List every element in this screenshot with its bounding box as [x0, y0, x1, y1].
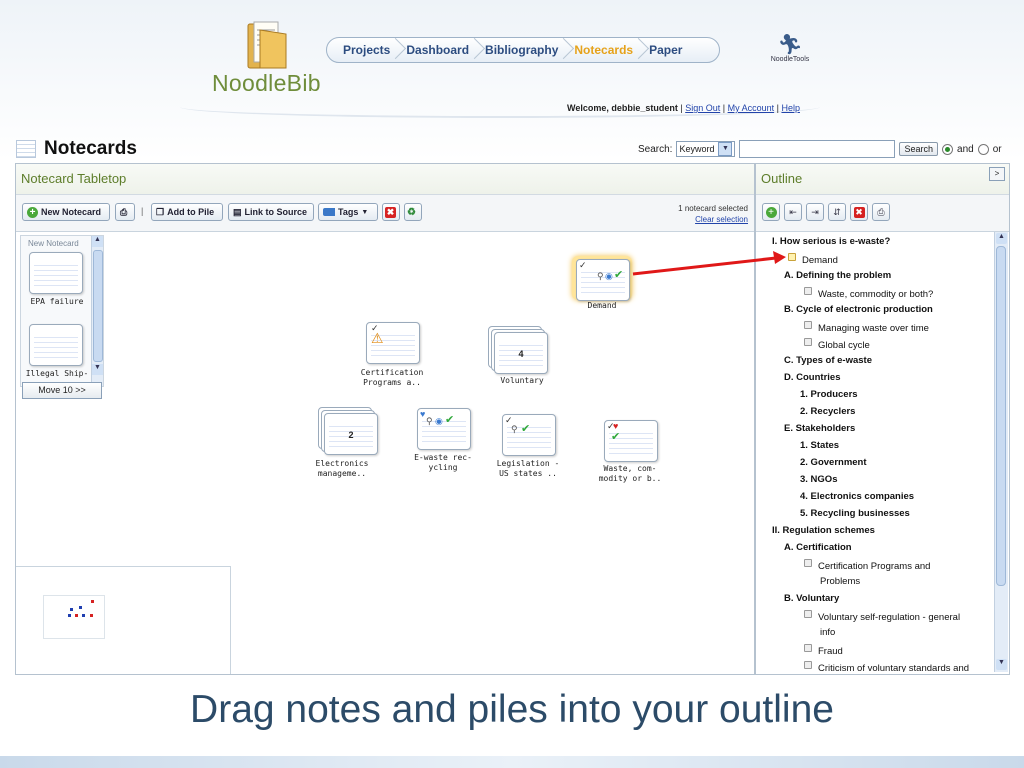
slide-caption: Drag notes and piles into your outline	[190, 688, 834, 731]
drag-arrow	[632, 251, 786, 276]
slide-footer-band	[0, 756, 1024, 768]
